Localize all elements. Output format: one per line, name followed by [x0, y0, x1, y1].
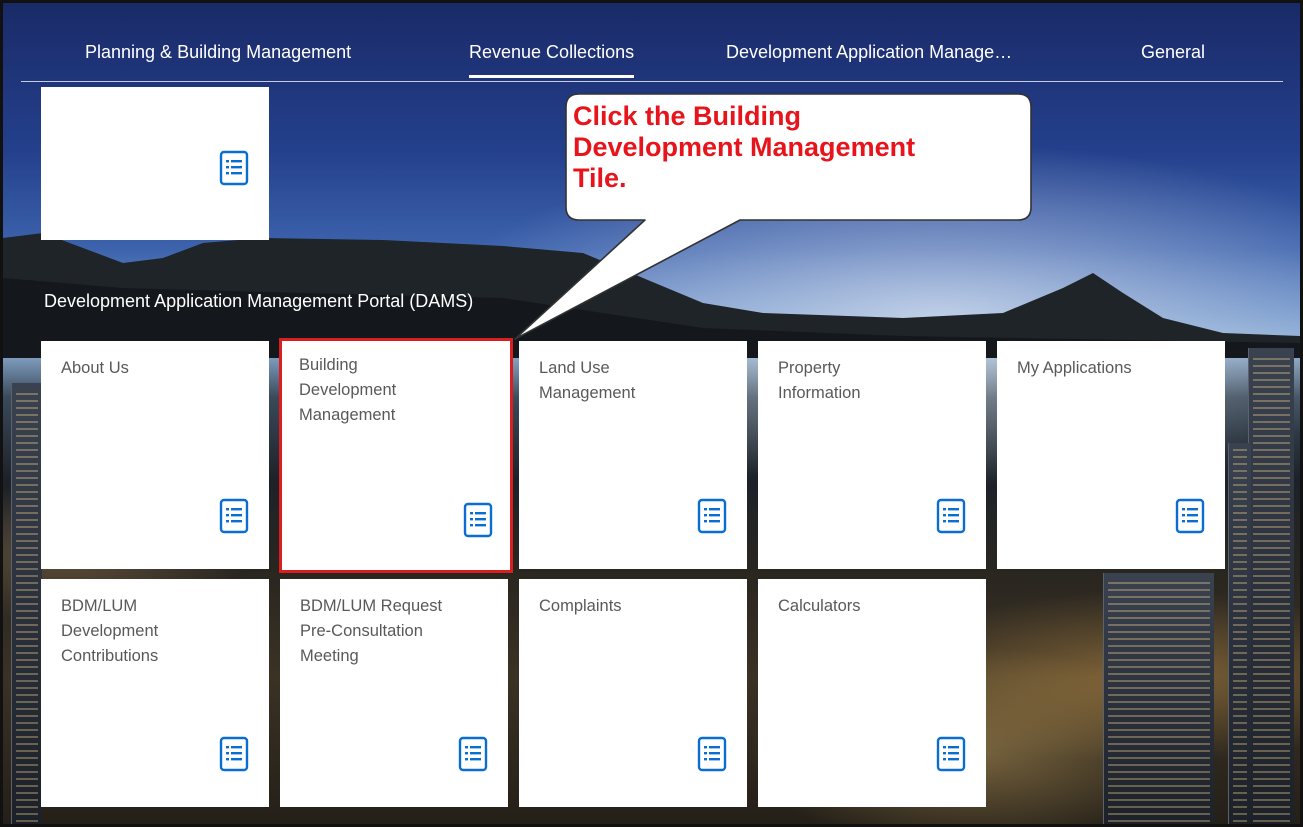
- tile-bdm-lum-development-contributions[interactable]: BDM/LUM Development Contributions: [41, 579, 269, 807]
- tile-label: My Applications: [1017, 359, 1132, 377]
- callout-text: Click the Building Development Managemen…: [573, 101, 916, 193]
- launchpad-screen: Planning & Building Management Revenue C…: [0, 0, 1303, 827]
- tile-calculators[interactable]: Calculators: [758, 579, 986, 807]
- document-list-icon: [219, 736, 249, 772]
- top-navigation: Planning & Building Management Revenue C…: [3, 3, 1300, 83]
- document-list-icon: [463, 502, 493, 538]
- document-list-icon: [697, 498, 727, 534]
- background-building: [11, 383, 42, 824]
- tile-about-us[interactable]: About Us: [41, 341, 269, 569]
- tile-property-information[interactable]: Property Information: [758, 341, 986, 569]
- background-building: [1103, 573, 1214, 824]
- document-list-icon: [936, 736, 966, 772]
- background-building: [1228, 443, 1251, 824]
- tile-label: BDM/LUM Request Pre-Consultation Meeting: [300, 597, 443, 665]
- document-list-icon: [1175, 498, 1205, 534]
- instruction-callout: Click the Building Development Managemen…: [514, 93, 1032, 340]
- nav-tab-general[interactable]: General: [1141, 42, 1205, 63]
- nav-tab-development-application-management[interactable]: Development Application Manage…: [726, 42, 1012, 63]
- tile-label: About Us: [61, 359, 129, 377]
- tile-land-use-management[interactable]: Land Use Management: [519, 341, 747, 569]
- tile-bdm-lum-request-pre-consultation-meeting[interactable]: BDM/LUM Request Pre-Consultation Meeting: [280, 579, 508, 807]
- tile-label: Property Information: [778, 359, 861, 402]
- background-building: [1248, 348, 1294, 824]
- tile-label: Land Use Management: [539, 359, 636, 402]
- tile-top-unnamed[interactable]: [41, 87, 269, 240]
- nav-divider: [21, 81, 1283, 82]
- tile-complaints[interactable]: Complaints: [519, 579, 747, 807]
- document-list-icon: [936, 498, 966, 534]
- tile-label: Complaints: [539, 597, 622, 615]
- tile-label: Calculators: [778, 597, 861, 615]
- document-list-icon: [219, 498, 249, 534]
- section-title: Development Application Management Porta…: [44, 291, 474, 311]
- nav-tab-planning-building-management[interactable]: Planning & Building Management: [85, 42, 351, 63]
- tile-label: Building Development Management: [299, 356, 397, 424]
- nav-tab-revenue-collections[interactable]: Revenue Collections: [469, 42, 635, 78]
- document-list-icon: [458, 736, 488, 772]
- tile-label: BDM/LUM Development Contributions: [61, 597, 159, 665]
- tile-building-development-management[interactable]: Building Development Management: [279, 338, 513, 573]
- document-list-icon: [697, 736, 727, 772]
- document-list-icon: [219, 150, 249, 186]
- tile-my-applications[interactable]: My Applications: [997, 341, 1225, 569]
